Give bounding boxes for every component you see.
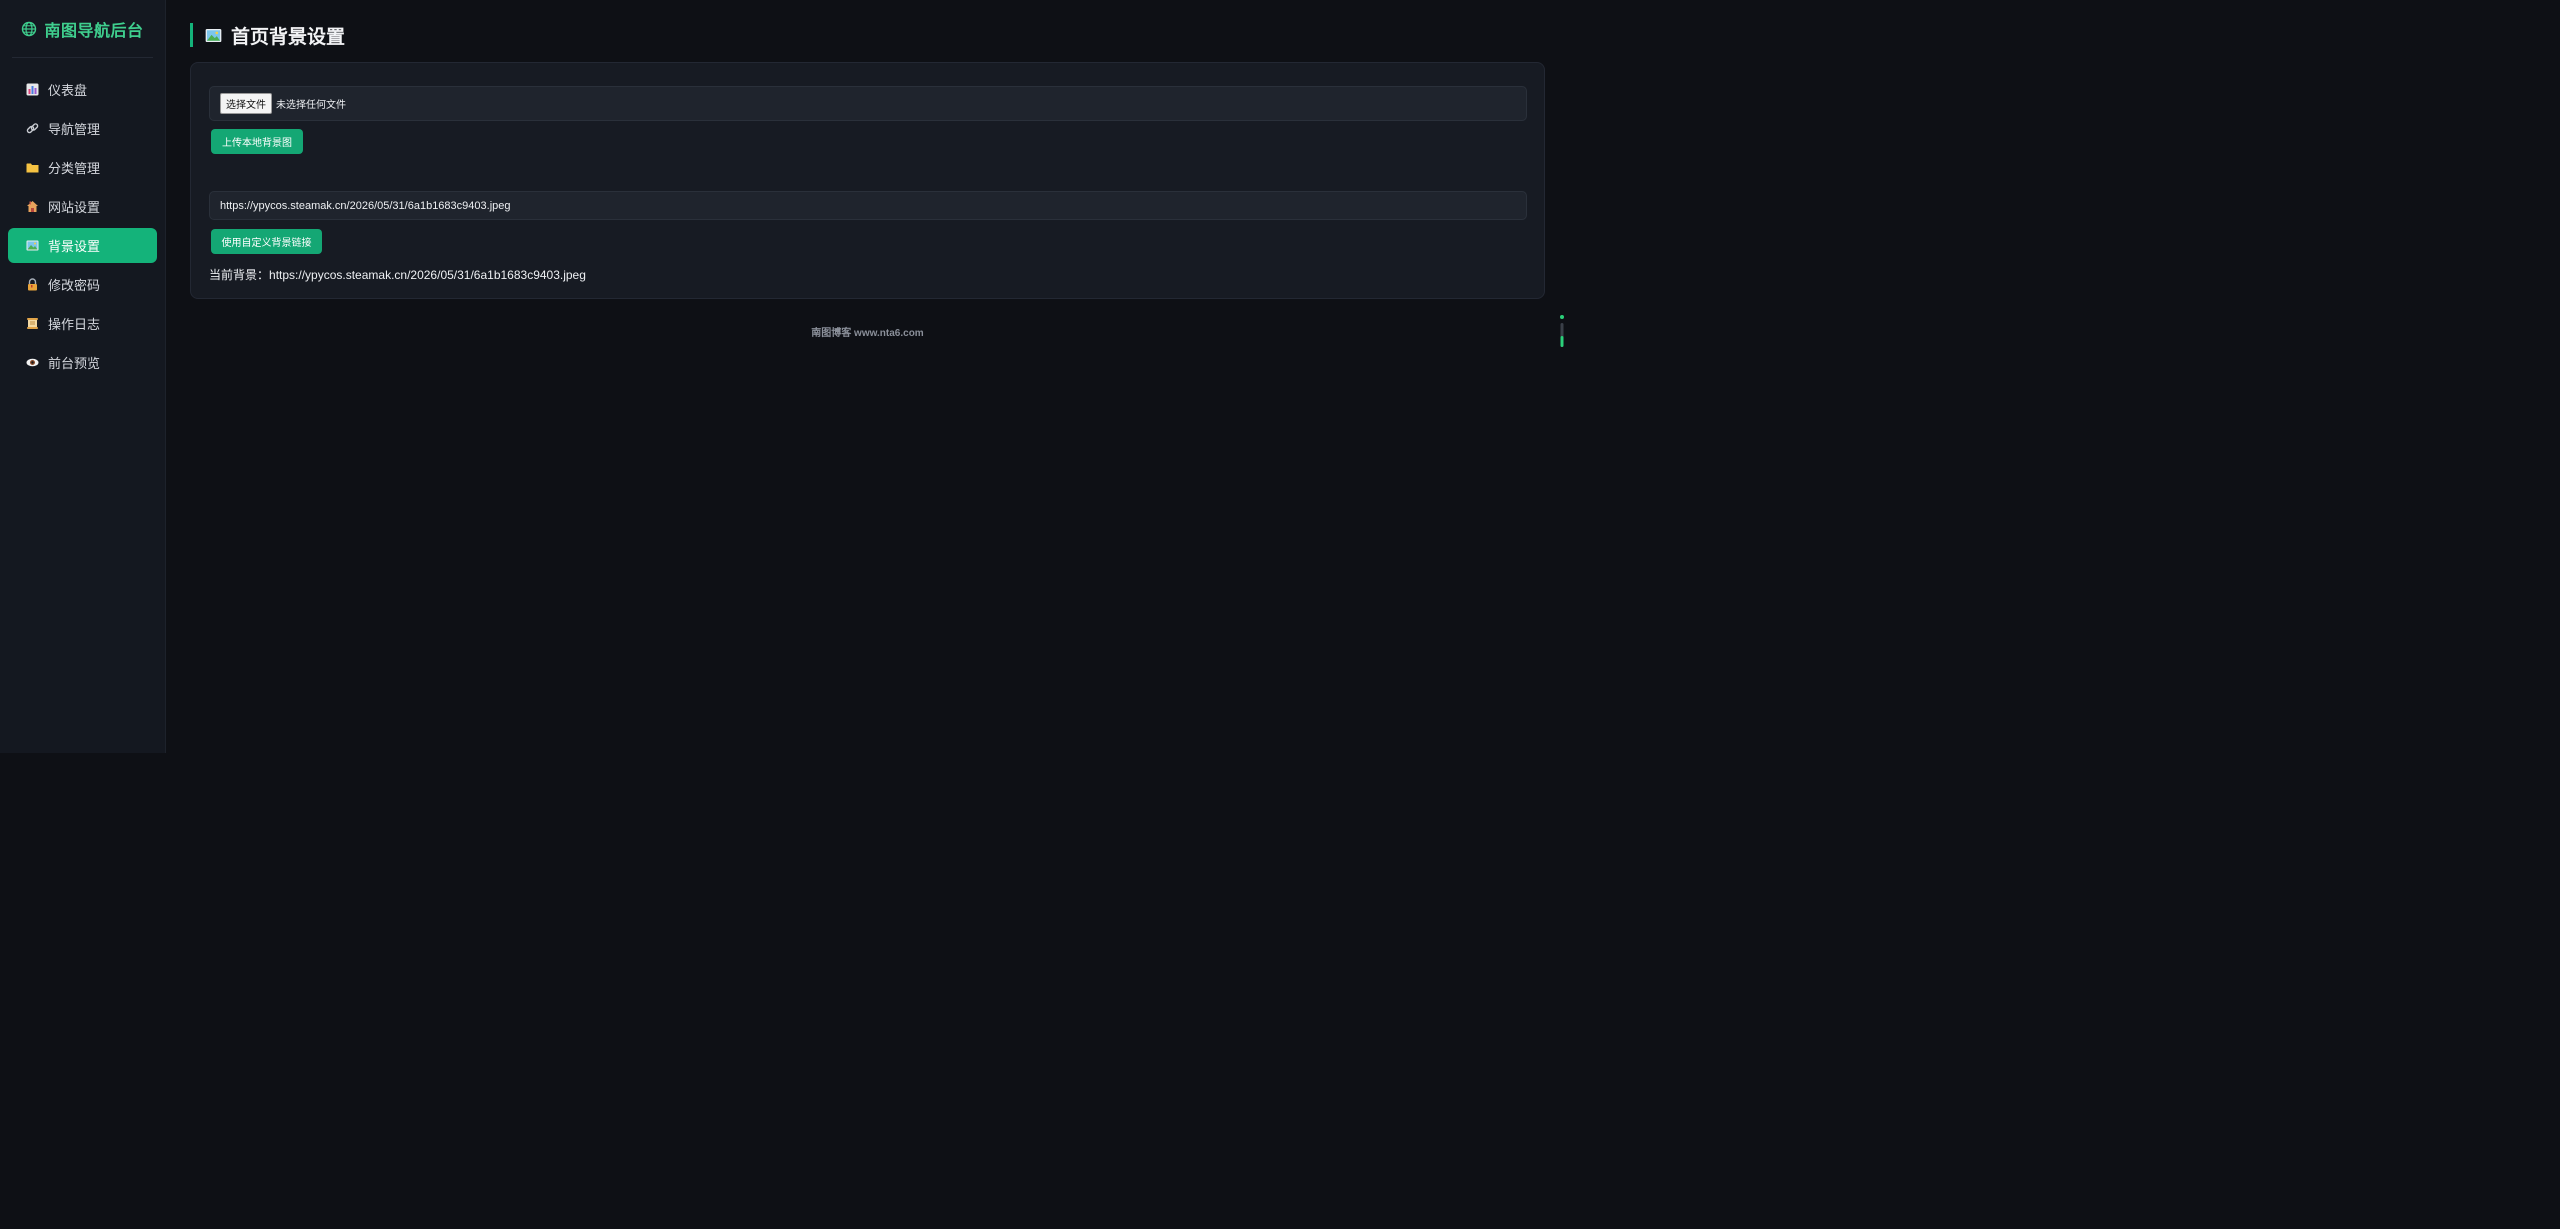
scroll-indicator[interactable] xyxy=(1559,314,1565,348)
main-content: 首页背景设置 选择文件 未选择任何文件 上传本地背景图 使用自定义背景链接 当前… xyxy=(190,0,1545,299)
file-status: 未选择任何文件 xyxy=(276,100,346,111)
sidebar-item-site-settings[interactable]: 网站设置 xyxy=(8,189,157,224)
sidebar-item-label: 分类管理 xyxy=(48,161,101,176)
sidebar-item-label: 操作日志 xyxy=(48,317,101,332)
sidebar-item-label: 前台预览 xyxy=(48,356,101,371)
link-icon xyxy=(26,123,39,134)
picture-icon xyxy=(26,240,39,251)
house-icon xyxy=(27,201,38,212)
current-background-label: 当前背景： xyxy=(209,268,270,282)
background-url-input[interactable] xyxy=(209,191,1527,220)
sidebar-item-label: 网站设置 xyxy=(48,200,101,215)
sidebar-item-change-password[interactable]: 修改密码 xyxy=(8,267,157,302)
current-background: 当前背景：https://ypycos.steamak.cn/2026/05/3… xyxy=(209,266,586,283)
folder-icon xyxy=(26,163,39,173)
globe-icon xyxy=(22,21,37,36)
current-background-value: https://ypycos.steamak.cn/2026/05/31/6a1… xyxy=(269,268,586,282)
sidebar-item-categories[interactable]: 分类管理 xyxy=(8,150,157,185)
sidebar-item-logs[interactable]: 操作日志 xyxy=(8,306,157,341)
choose-file-button[interactable]: 选择文件 xyxy=(220,93,272,114)
sidebar: 南图导航后台 仪表盘 导航管理 分类管理 网站设置 背景设置 修改密码 操作日志… xyxy=(0,0,166,753)
footer-text: 南图博客 www.nta6.com xyxy=(811,328,924,339)
bar-chart-icon xyxy=(26,83,39,96)
file-input[interactable]: 选择文件 未选择任何文件 xyxy=(209,86,1527,121)
brand-title: 南图导航后台 xyxy=(44,22,144,40)
upload-local-background-button[interactable]: 上传本地背景图 xyxy=(211,129,303,154)
lock-icon xyxy=(28,278,37,291)
sidebar-nav: 仪表盘 导航管理 分类管理 网站设置 背景设置 修改密码 操作日志 前台预览 xyxy=(0,72,165,380)
sidebar-item-label: 修改密码 xyxy=(48,278,101,293)
sidebar-item-label: 导航管理 xyxy=(48,122,101,137)
sidebar-item-navigation[interactable]: 导航管理 xyxy=(8,111,157,146)
background-settings-card: 选择文件 未选择任何文件 上传本地背景图 使用自定义背景链接 当前背景：http… xyxy=(190,62,1545,299)
scroll-icon xyxy=(27,318,38,329)
sidebar-item-dashboard[interactable]: 仪表盘 xyxy=(8,72,157,107)
sidebar-item-background[interactable]: 背景设置 xyxy=(8,228,157,263)
eye-icon xyxy=(26,358,39,367)
sidebar-item-preview[interactable]: 前台预览 xyxy=(8,345,157,380)
brand: 南图导航后台 xyxy=(12,0,153,58)
sidebar-item-label: 背景设置 xyxy=(48,239,101,254)
use-custom-link-button[interactable]: 使用自定义背景链接 xyxy=(211,229,322,254)
sidebar-item-label: 仪表盘 xyxy=(48,83,88,98)
page-header: 首页背景设置 xyxy=(190,23,1545,48)
page-title: 首页背景设置 xyxy=(231,26,346,48)
picture-icon xyxy=(205,28,222,42)
